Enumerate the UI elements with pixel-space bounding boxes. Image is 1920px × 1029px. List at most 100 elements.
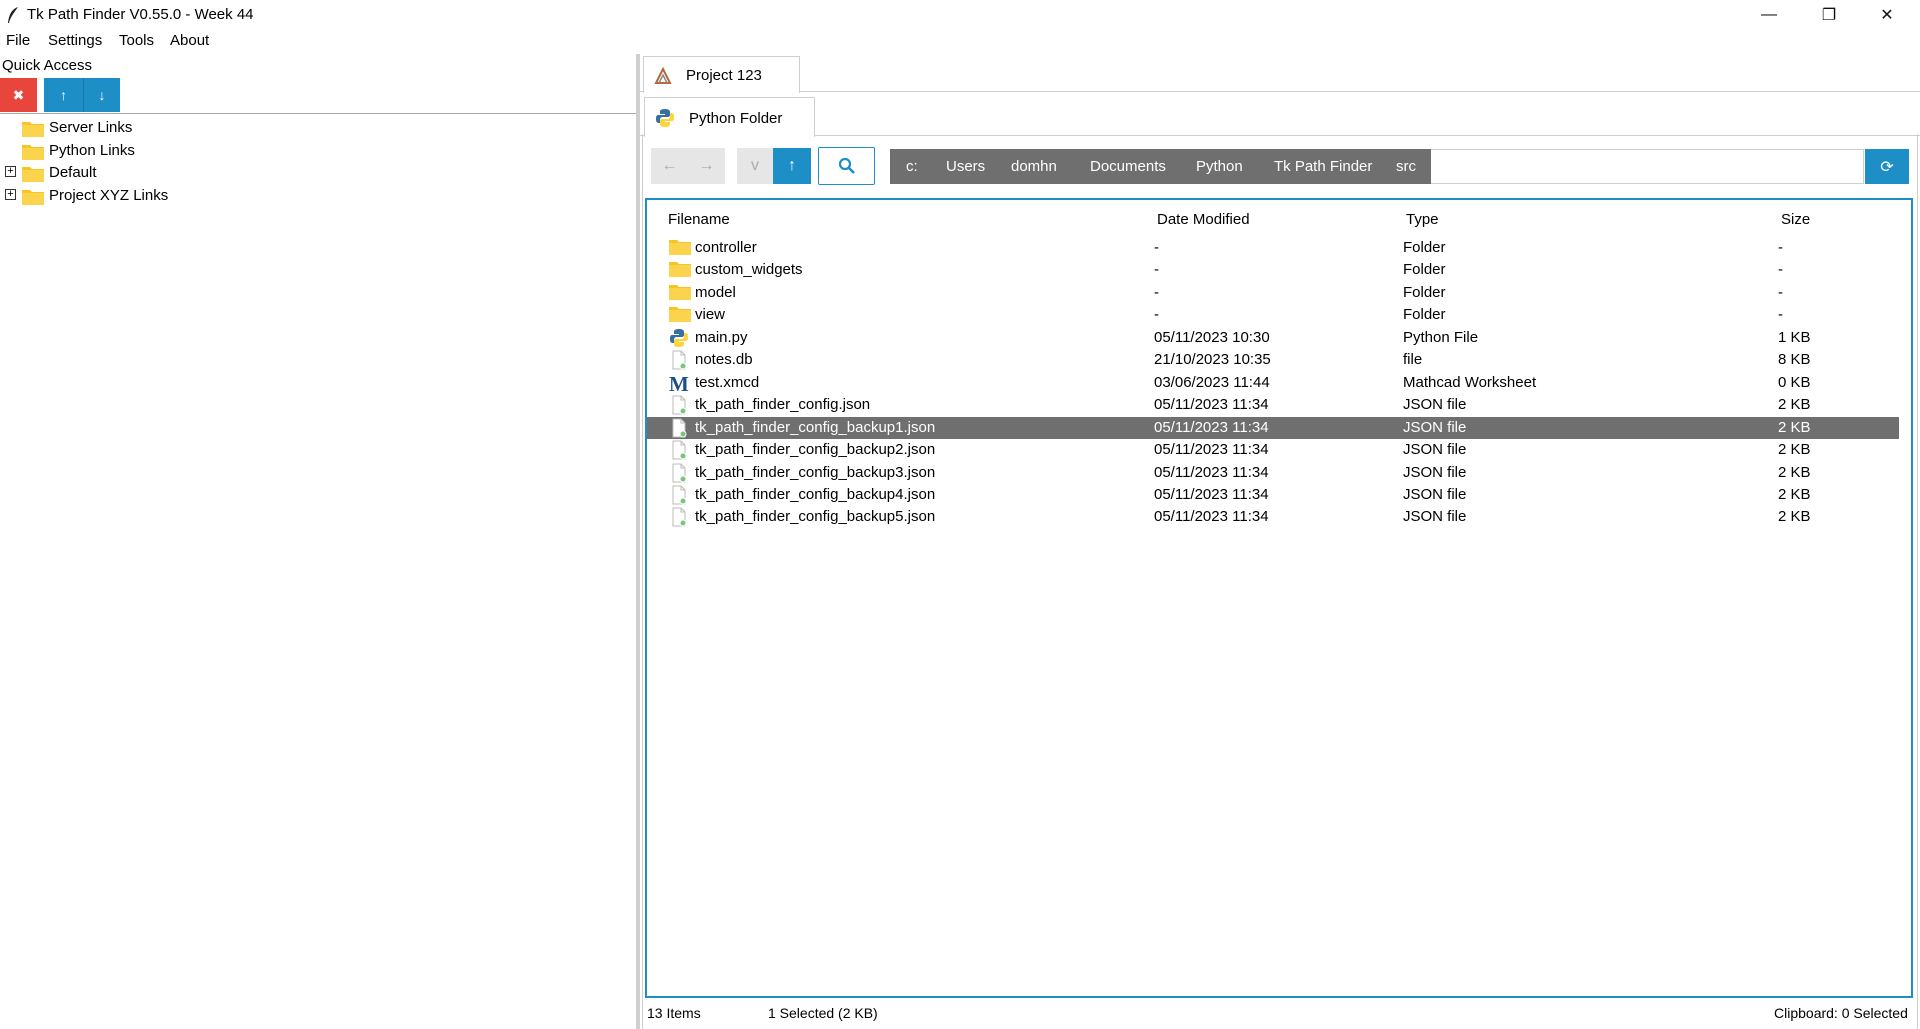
remove-link-button[interactable]: ✖: [0, 78, 37, 112]
breadcrumb-item[interactable]: Documents: [1090, 158, 1166, 175]
table-row[interactable]: controller - Folder -: [647, 237, 1899, 259]
project-tab-bar: Project 123: [640, 54, 1920, 93]
table-row[interactable]: tk_path_finder_config_backup3.json 05/11/…: [647, 462, 1899, 484]
file-date: -: [1154, 261, 1159, 279]
close-button[interactable]: ✕: [1858, 0, 1916, 30]
minimize-button[interactable]: —: [1740, 0, 1798, 30]
status-item-count: 13 Items: [647, 1005, 701, 1021]
file-name: model: [695, 283, 736, 301]
folder-icon: [22, 145, 44, 160]
file-size: 2 KB: [1778, 418, 1811, 436]
folder-icon: [669, 305, 691, 325]
file-icon: [669, 395, 689, 415]
folder-icon: [22, 167, 44, 182]
breadcrumb-item[interactable]: domhn: [1011, 158, 1057, 175]
file-date: -: [1154, 306, 1159, 324]
file-size: 1 KB: [1778, 328, 1811, 346]
column-header-type[interactable]: Type: [1406, 211, 1439, 228]
table-row[interactable]: main.py 05/11/2023 10:30 Python File 1 KB: [647, 327, 1899, 349]
python-icon: [656, 109, 674, 127]
file-type: JSON file: [1403, 463, 1467, 481]
folder-icon: [22, 190, 44, 205]
folder-tab-bar: Python Folder: [640, 96, 1920, 137]
breadcrumb-item[interactable]: c:: [906, 158, 918, 175]
tree-item-server-links[interactable]: Server Links: [0, 117, 400, 139]
history-dropdown-button[interactable]: v: [737, 148, 773, 184]
tab-project-123[interactable]: Project 123: [643, 56, 800, 93]
file-icon: [669, 440, 689, 460]
tree-item-project-xyz-links[interactable]: + Project XYZ Links: [0, 185, 400, 207]
file-size: 2 KB: [1778, 485, 1811, 503]
table-row[interactable]: Mtest.xmcd 03/06/2023 11:44 Mathcad Worksh…: [647, 372, 1899, 396]
file-date: 21/10/2023 10:35: [1154, 351, 1271, 369]
file-type: JSON file: [1403, 441, 1467, 459]
feather-icon: [8, 7, 18, 23]
tab-label: Project 123: [686, 67, 762, 84]
column-header-filename[interactable]: Filename: [668, 211, 730, 228]
status-selection: 1 Selected (2 KB): [768, 1005, 878, 1021]
file-name: tk_path_finder_config_backup2.json: [695, 441, 936, 459]
menu-file[interactable]: File: [6, 32, 30, 49]
refresh-button[interactable]: ⟳: [1865, 149, 1909, 184]
table-row[interactable]: tk_path_finder_config_backup4.json 05/11/…: [647, 484, 1899, 506]
table-row[interactable]: notes.db 21/10/2023 10:35 file 8 KB: [647, 349, 1899, 371]
menu-settings[interactable]: Settings: [48, 32, 102, 49]
file-size: 2 KB: [1778, 508, 1811, 526]
file-type: Folder: [1403, 261, 1446, 279]
search-button[interactable]: [818, 147, 875, 185]
file-date: 05/11/2023 10:30: [1154, 328, 1270, 346]
title-bar: Tk Path Finder V0.55.0 - Week 44 — ❐ ✕: [0, 0, 1920, 30]
folder-icon: [669, 260, 691, 280]
table-row[interactable]: tk_path_finder_config_backup5.json 05/11/…: [647, 506, 1899, 528]
status-clipboard: Clipboard: 0 Selected: [1774, 1005, 1908, 1021]
file-name: main.py: [695, 328, 748, 346]
back-button[interactable]: ←: [651, 148, 688, 184]
tab-python-folder[interactable]: Python Folder: [644, 97, 815, 137]
column-header-size[interactable]: Size: [1781, 211, 1810, 228]
quick-access-label: Quick Access: [2, 57, 93, 74]
menu-about[interactable]: About: [170, 32, 209, 49]
file-name: tk_path_finder_config.json: [695, 396, 871, 414]
tree-item-label: Project XYZ Links: [49, 187, 169, 204]
tree-item-label: Default: [49, 164, 97, 181]
move-down-button[interactable]: ↓: [83, 78, 120, 112]
breadcrumb-item[interactable]: Tk Path Finder: [1274, 158, 1372, 175]
move-up-button[interactable]: ↑: [44, 78, 83, 112]
breadcrumb-item[interactable]: Users: [946, 158, 985, 175]
table-row[interactable]: tk_path_finder_config_backup1.json 05/11/…: [647, 416, 1899, 439]
python-icon: [669, 328, 689, 348]
menu-tools[interactable]: Tools: [119, 32, 154, 49]
file-type: Folder: [1403, 283, 1446, 301]
file-size: 2 KB: [1778, 441, 1811, 459]
file-name: controller: [695, 239, 757, 256]
tree-item-python-links[interactable]: Python Links: [0, 140, 400, 162]
table-row[interactable]: tk_path_finder_config_backup2.json 05/11/…: [647, 439, 1899, 461]
table-row[interactable]: custom_widgets - Folder -: [647, 259, 1899, 281]
folder-icon: [669, 283, 691, 303]
tree-item-default[interactable]: + Default: [0, 162, 400, 184]
file-name: tk_path_finder_config_backup4.json: [695, 485, 936, 503]
table-row[interactable]: model - Folder -: [647, 282, 1899, 304]
file-name: tk_path_finder_config_backup5.json: [695, 508, 936, 526]
file-name: notes.db: [695, 351, 753, 369]
file-date: 05/11/2023 11:34: [1154, 485, 1269, 503]
column-header-date[interactable]: Date Modified: [1157, 211, 1250, 228]
forward-button[interactable]: →: [688, 148, 725, 184]
breadcrumb-item[interactable]: Python: [1196, 158, 1243, 175]
file-type: Python File: [1403, 328, 1479, 346]
path-input[interactable]: [1431, 149, 1864, 184]
file-type: Mathcad Worksheet: [1403, 373, 1537, 391]
maximize-button[interactable]: ❐: [1800, 0, 1858, 30]
table-row[interactable]: tk_path_finder_config.json 05/11/2023 11:…: [647, 394, 1899, 416]
file-list[interactable]: Filename Date Modified Type Size control…: [645, 198, 1913, 998]
file-date: 05/11/2023 11:34: [1154, 418, 1269, 436]
file-date: 05/11/2023 11:34: [1154, 508, 1269, 526]
expand-icon[interactable]: +: [5, 166, 16, 177]
breadcrumb-item[interactable]: src: [1396, 158, 1416, 175]
parent-folder-button[interactable]: ↑: [773, 148, 811, 184]
table-row[interactable]: view - Folder -: [647, 304, 1899, 326]
expand-icon[interactable]: +: [5, 189, 16, 200]
tree-item-label: Server Links: [49, 119, 133, 136]
file-name: tk_path_finder_config_backup1.json: [695, 418, 936, 436]
file-date: 05/11/2023 11:34: [1154, 396, 1269, 414]
